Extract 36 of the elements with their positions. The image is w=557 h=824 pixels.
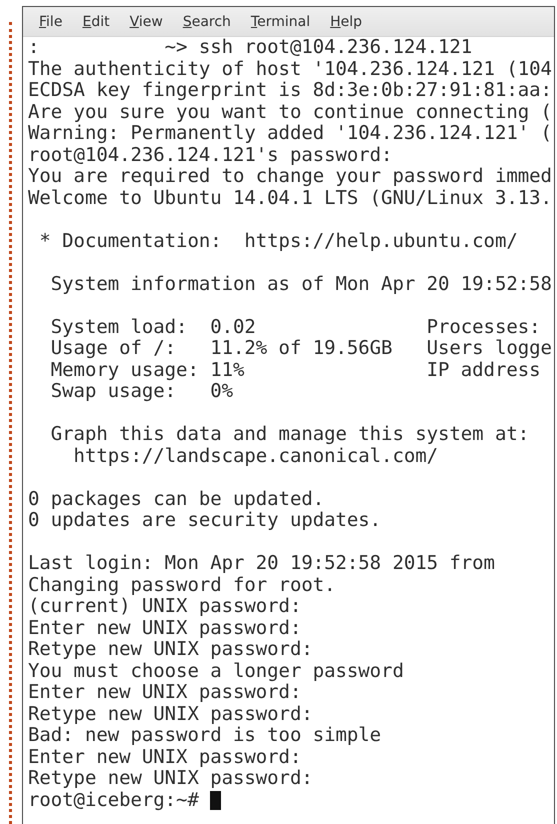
terminal-line: (current) UNIX password:: [28, 596, 302, 618]
terminal-line: 0 packages can be updated.: [28, 488, 326, 510]
terminal-line: 0 updates are security updates.: [28, 510, 382, 532]
terminal-line: Memory usage: 11% IP address: [50, 360, 542, 381]
terminal-line: Enter new UNIX password:: [28, 746, 302, 768]
terminal-line: Swap usage: 0%: [50, 381, 234, 402]
terminal-line: System information as of Mon Apr 20 19:52:58: [50, 274, 553, 295]
terminal-line: ECDSA key fingerprint is 8d:3e:0b:27:91:81:aa:: [28, 80, 553, 102]
terminal-line: https://landscape.canonical.com/: [72, 446, 440, 467]
terminal-line: Usage of /: 11.2% of 19.56GB Users logge: [50, 338, 553, 360]
terminal-line: System load: 0.02 Processes:: [50, 316, 542, 338]
terminal-line: Retype new UNIX password:: [28, 768, 314, 790]
terminal-line: You must choose a longer password: [28, 660, 405, 682]
terminal-line: Warning: Permanently added '104.236.124.121' (: [28, 123, 553, 144]
menu-item[interactable]: View: [130, 14, 163, 30]
menu-item[interactable]: Terminal: [250, 14, 310, 30]
menu-item[interactable]: File: [39, 14, 62, 30]
terminal-line: Changing password for root.: [28, 574, 337, 596]
terminal-line: Bad: new password is too simple: [28, 725, 382, 746]
terminal-line: : ~> ssh root@104.236.124.121: [28, 37, 474, 58]
terminal-line: root@104.236.124.121's password:: [28, 144, 394, 166]
terminal-line: Graph this data and manage this system at:: [50, 424, 530, 446]
terminal-line: Last login: Mon Apr 20 19:52:58 2015 from: [28, 553, 496, 574]
menu-item[interactable]: Search: [182, 14, 231, 30]
terminal-line: Retype new UNIX password:: [28, 704, 314, 725]
menu-item[interactable]: Help: [330, 14, 362, 30]
terminal-line: * Documentation: https://help.ubuntu.com/: [38, 230, 519, 252]
terminal-line: Welcome to Ubuntu 14.04.1 LTS (GNU/Linux 3.13.: [28, 188, 553, 209]
terminal-line: Enter new UNIX password:: [28, 618, 302, 639]
terminal-line: Are you sure you want to continue connecting (: [28, 102, 553, 123]
menu-item[interactable]: Edit: [82, 14, 110, 30]
terminal-prompt: root@iceberg:~#: [28, 790, 199, 811]
terminal-line: The authenticity of host '104.236.124.121 (104: [28, 58, 553, 80]
terminal-line: You are required to change your password immed: [28, 166, 553, 188]
terminal-line: Retype new UNIX password:: [28, 639, 314, 660]
terminal-line: Enter new UNIX password:: [28, 682, 302, 704]
